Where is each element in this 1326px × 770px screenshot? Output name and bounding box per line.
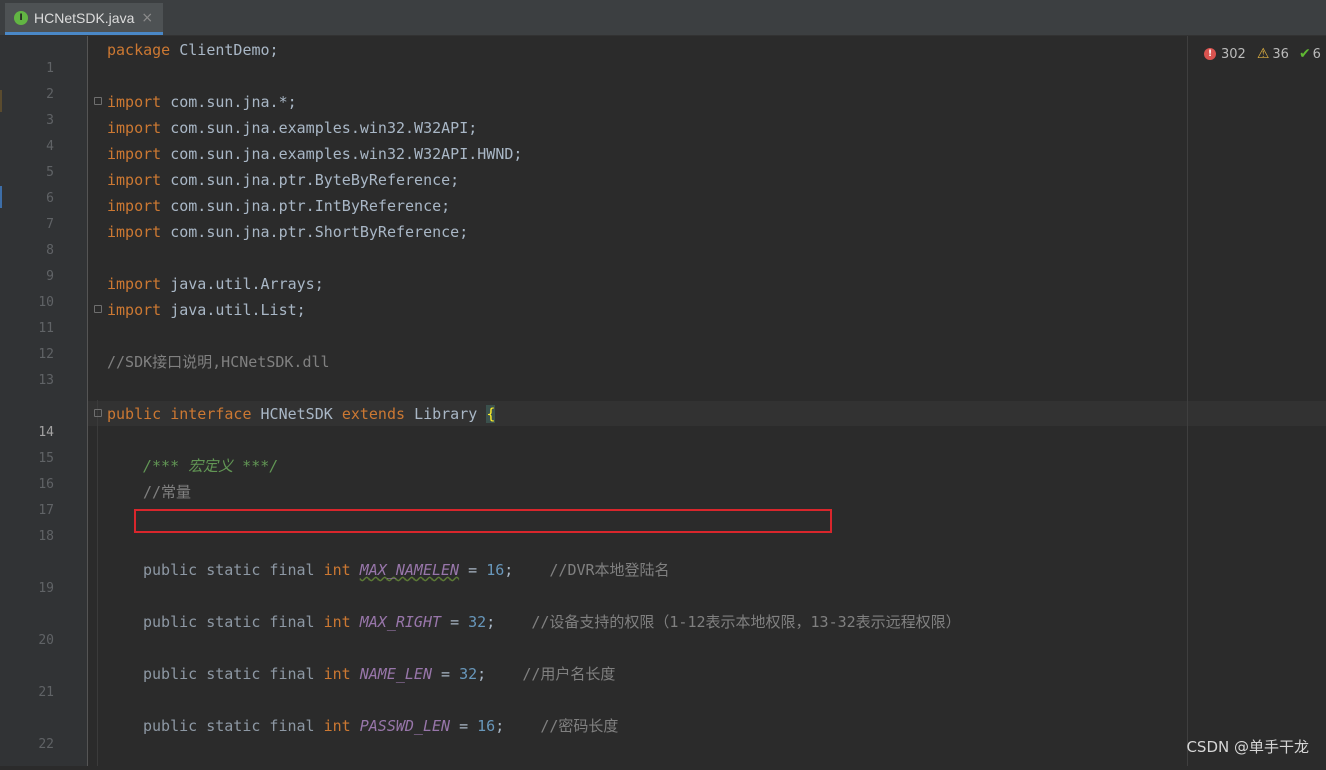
code-text: com.sun.jna.*; xyxy=(161,93,297,111)
keyword: extends xyxy=(341,405,406,423)
code-line[interactable]: 3 import com.sun.jna.*; xyxy=(0,89,1186,128)
keyword: import xyxy=(107,223,162,241)
line-number: 22 xyxy=(38,737,54,752)
constant-name: PASSWD_LEN xyxy=(359,717,451,735)
code-line[interactable]: 8 import com.sun.jna.ptr.ShortByReferenc… xyxy=(0,219,1186,258)
keyword: import xyxy=(107,301,162,319)
code-line[interactable]: 6 import com.sun.jna.ptr.ByteByReference… xyxy=(0,167,1186,206)
code-line[interactable]: 17 //常量 xyxy=(0,479,1186,518)
number-literal: 32 xyxy=(459,665,478,683)
keyword: import xyxy=(107,275,162,293)
code-line[interactable]: 14 public interface HCNetSDK extends Lib… xyxy=(0,401,1186,440)
code-text: com.sun.jna.examples.win32.W32API; xyxy=(161,119,478,137)
constant-name: MAX_NAMELEN xyxy=(359,561,460,579)
editor-tab-bar: I HCNetSDK.java × xyxy=(0,0,1326,36)
superinterface-name: Library xyxy=(414,405,478,423)
code-text: java.util.List; xyxy=(161,301,306,319)
doc-comment: /*** 宏定义 ***/ xyxy=(143,457,279,475)
number-literal: 16 xyxy=(477,717,496,735)
line-number: 19 xyxy=(38,581,54,596)
code-line[interactable]: 21 public static final int NAME_LEN = 32… xyxy=(0,661,1186,700)
keyword: int xyxy=(323,665,351,683)
close-icon[interactable]: × xyxy=(141,10,153,26)
code-text: ClientDemo; xyxy=(170,41,279,59)
keyword: int xyxy=(323,613,351,631)
code-line[interactable]: 11 import java.util.List; xyxy=(0,297,1186,336)
code-text: com.sun.jna.ptr.ShortByReference; xyxy=(161,223,469,241)
keyword: package xyxy=(107,41,171,59)
keyword: int xyxy=(323,717,351,735)
keyword: import xyxy=(107,171,162,189)
code-line[interactable]: 5 import com.sun.jna.examples.win32.W32A… xyxy=(0,141,1186,180)
modifiers: public static final xyxy=(143,717,315,735)
operator: = xyxy=(450,613,460,631)
error-icon: ! xyxy=(1204,48,1216,60)
line-number: 20 xyxy=(38,633,54,648)
code-line[interactable]: 10 import java.util.Arrays; xyxy=(0,271,1186,310)
code-line[interactable]: 16 /*** 宏定义 ***/ xyxy=(0,453,1186,492)
comment: //SDK接口说明,HCNetSDK.dll xyxy=(107,353,330,371)
constant-name: NAME_LEN xyxy=(359,665,432,683)
code-line[interactable]: 2 xyxy=(0,63,1186,102)
fold-icon[interactable] xyxy=(94,409,102,417)
comment: //用户名长度 xyxy=(522,665,616,683)
check-icon: ✔ xyxy=(1298,46,1311,62)
code-line[interactable]: 12 xyxy=(0,323,1186,362)
keyword: import xyxy=(107,93,162,111)
keyword: import xyxy=(107,119,162,137)
modifiers: public static final xyxy=(143,665,315,683)
line-number: 18 xyxy=(38,529,54,544)
comment: //DVR本地登陆名 xyxy=(549,561,670,579)
code-line[interactable]: 9 xyxy=(0,245,1186,284)
operator: = xyxy=(468,561,478,579)
keyword: import xyxy=(107,145,162,163)
ok-count: 6 xyxy=(1312,46,1321,62)
code-text: java.util.Arrays; xyxy=(161,275,324,293)
code-line[interactable]: 1 package ClientDemo; xyxy=(0,37,1186,76)
watermark: CSDN @单手干龙 xyxy=(1186,738,1309,756)
inspection-widget[interactable]: ! 302 ⚠ 36 ✔ 6 xyxy=(1204,45,1321,63)
code-line[interactable]: 15 xyxy=(0,427,1186,466)
keyword: int xyxy=(323,561,351,579)
code-text: com.sun.jna.examples.win32.W32API.HWND; xyxy=(161,145,523,163)
highlight-box xyxy=(134,509,832,533)
comment: //设备支持的权限（1-12表示本地权限，13-32表示远程权限） xyxy=(531,613,961,631)
modifiers: public static final xyxy=(143,561,315,579)
keyword: public xyxy=(107,405,162,423)
code-line[interactable]: 4 import com.sun.jna.examples.win32.W32A… xyxy=(0,115,1186,154)
matched-brace: { xyxy=(486,405,496,423)
code-line[interactable]: 19 public static final int MAX_NAMELEN =… xyxy=(0,557,1186,596)
comment: //密码长度 xyxy=(540,717,619,735)
operator: = xyxy=(459,717,469,735)
code-text: com.sun.jna.ptr.IntByReference; xyxy=(161,197,451,215)
code-line[interactable]: 22 public static final int PASSWD_LEN = … xyxy=(0,713,1186,752)
constant-name: MAX_RIGHT xyxy=(359,613,442,631)
warning-icon: ⚠ xyxy=(1256,46,1270,62)
right-margin-guide xyxy=(1187,36,1188,766)
number-literal: 32 xyxy=(468,613,487,631)
file-tab[interactable]: I HCNetSDK.java × xyxy=(5,3,163,35)
comment: //常量 xyxy=(143,483,192,501)
keyword: import xyxy=(107,197,162,215)
file-tab-label: HCNetSDK.java xyxy=(34,9,135,26)
fold-icon[interactable] xyxy=(94,305,102,313)
fold-icon[interactable] xyxy=(94,97,102,105)
interface-name: HCNetSDK xyxy=(260,405,333,423)
code-line[interactable] xyxy=(0,375,1186,401)
code-line[interactable]: 20 public static final int MAX_RIGHT = 3… xyxy=(0,609,1186,648)
modifiers: public static final xyxy=(143,613,315,631)
operator: = xyxy=(441,665,451,683)
warning-count: 36 xyxy=(1272,46,1289,62)
number-literal: 16 xyxy=(486,561,505,579)
code-line[interactable]: 7 import com.sun.jna.ptr.IntByReference; xyxy=(0,193,1186,232)
code-text: com.sun.jna.ptr.ByteByReference; xyxy=(161,171,460,189)
interface-file-icon: I xyxy=(14,10,28,25)
line-number: 21 xyxy=(38,685,54,700)
code-line[interactable]: 13 //SDK接口说明,HCNetSDK.dll xyxy=(0,349,1186,388)
error-count: 302 xyxy=(1221,46,1246,62)
keyword: interface xyxy=(170,405,252,423)
